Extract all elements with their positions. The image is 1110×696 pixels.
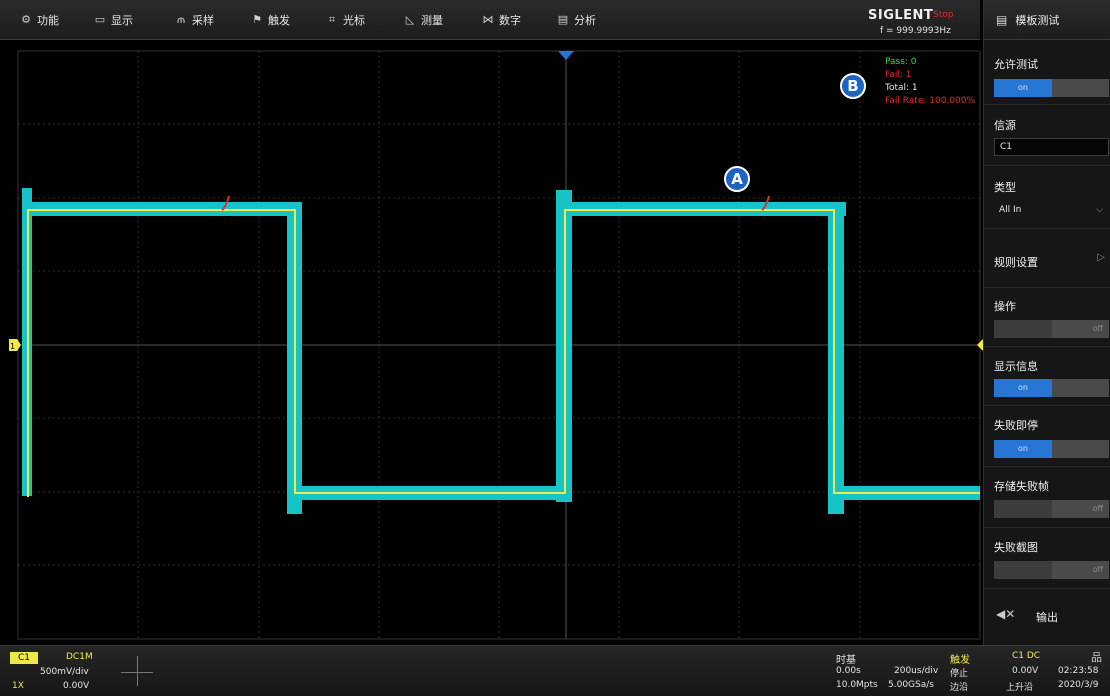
channel-1-marker: 1 bbox=[9, 339, 21, 351]
total-count: Total: 1 bbox=[885, 83, 918, 93]
source-label: 信源 bbox=[994, 119, 1016, 132]
save-fail-frame-section: 存储失败帧 off bbox=[984, 468, 1110, 528]
operation-section: 操作 off bbox=[984, 289, 1110, 347]
chevron-down-icon: ⌵ bbox=[1096, 205, 1103, 215]
callout-badge-b: B bbox=[840, 73, 866, 99]
trigger-position-marker bbox=[558, 51, 574, 60]
operation-toggle[interactable]: off bbox=[994, 320, 1109, 338]
channel-offset: 0.00V bbox=[63, 681, 90, 691]
mask-test-panel: ▤ 模板测试 允许测试 on 信源 C1 类型 All In ⌵ 规则设置 ▷ … bbox=[983, 0, 1110, 645]
toggle-off-part bbox=[1052, 379, 1109, 397]
panel-header[interactable]: ▤ 模板测试 bbox=[984, 0, 1110, 40]
document-icon: ▤ bbox=[996, 12, 1008, 27]
memory-depth: 10.0Mpts bbox=[836, 680, 878, 690]
trigger-source: C1 DC bbox=[1012, 651, 1041, 661]
source-section: 信源 C1 bbox=[984, 106, 1110, 166]
type-select[interactable]: All In ⌵ bbox=[994, 202, 1109, 220]
output-section[interactable]: ◀✕ 输出 bbox=[984, 590, 1110, 644]
svg-text:1: 1 bbox=[10, 342, 15, 351]
toggle-off-part bbox=[1052, 440, 1109, 458]
toggle-on-state: on bbox=[994, 379, 1052, 397]
allow-test-label: 允许测试 bbox=[994, 58, 1038, 71]
fail-rate: Fail Rate: 100.000% bbox=[885, 96, 976, 106]
callout-badge-a: A bbox=[724, 166, 750, 192]
allow-test-toggle[interactable]: on bbox=[994, 79, 1109, 97]
channel-probe: 1X bbox=[12, 681, 24, 691]
save-fail-frame-label: 存储失败帧 bbox=[994, 480, 1049, 493]
type-label: 类型 bbox=[994, 181, 1016, 194]
operation-label: 操作 bbox=[994, 300, 1016, 313]
type-select-value: All In bbox=[999, 205, 1022, 215]
trigger-level: 0.00V bbox=[1012, 666, 1039, 676]
stop-on-fail-section: 失败即停 on bbox=[984, 407, 1110, 467]
toggle-on-state: on bbox=[994, 440, 1052, 458]
timebase-title: 时基 bbox=[836, 655, 856, 666]
show-info-label: 显示信息 bbox=[994, 360, 1038, 373]
toggle-on-state: on bbox=[994, 79, 1052, 97]
chevron-right-icon: ▷ bbox=[1097, 252, 1105, 263]
clock-date: 2020/3/9 bbox=[1058, 680, 1099, 690]
rule-settings-section[interactable]: 规则设置 ▷ bbox=[984, 230, 1110, 288]
trigger-info[interactable]: 触发 停止 边沿 C1 DC 0.00V 上升沿 bbox=[948, 649, 1048, 695]
mask-test-stats: Pass: 0 Fail: 1 Total: 1 Fail Rate: 100.… bbox=[885, 56, 975, 108]
type-section: 类型 All In ⌵ bbox=[984, 167, 1110, 229]
trigger-title: 触发 bbox=[950, 655, 970, 666]
channel-badge: C1 bbox=[10, 652, 38, 664]
trigger-state: 停止 bbox=[950, 669, 969, 679]
toggle-off-state: off bbox=[1092, 565, 1103, 574]
show-info-toggle[interactable]: on bbox=[994, 379, 1109, 397]
toggle-off-state: off bbox=[1092, 324, 1103, 333]
time-scale: 200us/div bbox=[894, 666, 939, 676]
timebase-info[interactable]: 时基 0.00s 200us/div 10.0Mpts 5.00GSa/s bbox=[832, 649, 947, 695]
show-info-section: 显示信息 on bbox=[984, 348, 1110, 406]
speaker-muted-icon: ◀✕ bbox=[996, 607, 1016, 621]
channel-1-info[interactable]: C1 DC1M 500mV/div 1X 0.00V bbox=[10, 650, 100, 694]
fail-screenshot-label: 失败截图 bbox=[994, 541, 1038, 554]
panel-title: 模板测试 bbox=[1015, 13, 1060, 27]
trigger-type: 边沿 bbox=[950, 683, 969, 693]
source-field[interactable]: C1 bbox=[994, 138, 1109, 156]
pass-count: Pass: 0 bbox=[885, 57, 917, 67]
toggle-off-part bbox=[1052, 79, 1109, 97]
output-label: 输出 bbox=[1036, 611, 1058, 624]
stop-on-fail-toggle[interactable]: on bbox=[994, 440, 1109, 458]
save-fail-frame-toggle[interactable]: off bbox=[994, 500, 1109, 518]
trigger-slope: 上升沿 bbox=[1006, 683, 1034, 693]
rule-settings-label: 规则设置 bbox=[994, 256, 1038, 269]
plus-icon bbox=[137, 656, 138, 686]
fail-screenshot-section: 失败截图 off bbox=[984, 529, 1110, 589]
time-offset: 0.00s bbox=[836, 666, 861, 676]
network-icon: 品 bbox=[1091, 651, 1102, 664]
channel-scale: 500mV/div bbox=[40, 667, 89, 677]
allow-test-section: 允许测试 on bbox=[984, 41, 1110, 105]
clock-time: 02:23:58 bbox=[1058, 666, 1099, 676]
fail-screenshot-toggle[interactable]: off bbox=[994, 561, 1109, 579]
waveform-display[interactable]: 1 bbox=[0, 0, 983, 645]
status-bar: C1 DC1M 500mV/div 1X 0.00V 时基 0.00s 200u… bbox=[0, 645, 1110, 696]
fail-count: Fail: 1 bbox=[885, 70, 912, 80]
add-channel-button[interactable] bbox=[105, 650, 170, 694]
channel-coupling: DC1M bbox=[66, 652, 93, 662]
plus-icon-bar bbox=[121, 672, 153, 673]
mask-region bbox=[22, 188, 980, 514]
sample-rate: 5.00GSa/s bbox=[888, 680, 934, 690]
stop-on-fail-label: 失败即停 bbox=[994, 419, 1038, 432]
toggle-off-state: off bbox=[1092, 504, 1103, 513]
